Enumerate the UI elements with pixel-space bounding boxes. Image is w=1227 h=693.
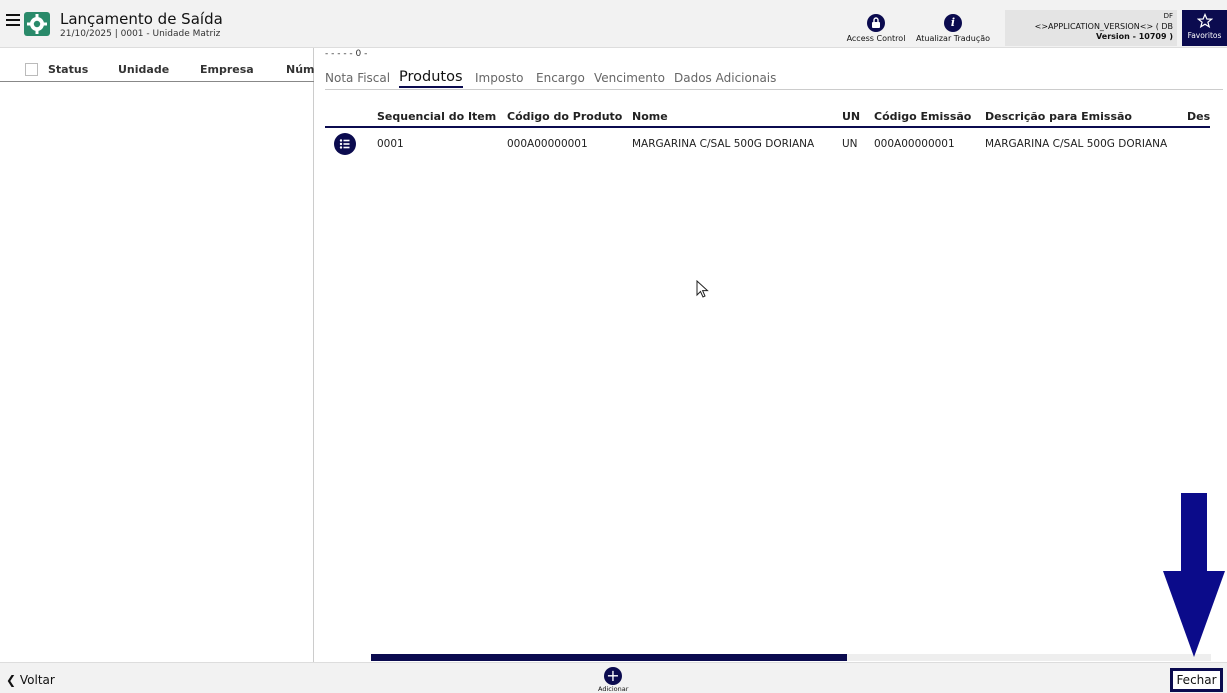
tab-produtos[interactable]: Produtos (399, 69, 463, 88)
select-all-checkbox[interactable] (25, 63, 38, 76)
app-gear-icon (24, 12, 50, 36)
page-title: Lançamento de Saída (60, 10, 223, 28)
column-descricao[interactable]: Descri (1187, 110, 1210, 123)
horizontal-scrollbar-thumb[interactable] (371, 654, 847, 661)
tab-dados-adicionais[interactable]: Dados Adicionais (674, 71, 776, 85)
update-translation-label: Atualizar Tradução (915, 34, 991, 43)
column-numero[interactable]: Núm (286, 63, 314, 76)
add-button[interactable]: + Adicionar (598, 667, 628, 693)
record-list-panel: Status Unidade Empresa Núm (0, 48, 314, 662)
cell-un: UN (842, 138, 858, 150)
version-info: DF <>APPLICATION_VERSION<> ( DB Version … (1005, 10, 1177, 46)
favorites-label: Favoritos (1187, 31, 1222, 40)
access-control-label: Access Control (846, 34, 906, 43)
star-icon (1196, 12, 1213, 29)
column-descricao-emissao[interactable]: Descrição para Emissão (985, 110, 1132, 123)
tab-encargo[interactable]: Encargo (536, 71, 585, 85)
down-arrow-icon (1163, 493, 1225, 657)
version-line-2: <>APPLICATION_VERSION<> ( DB (1034, 22, 1173, 31)
version-line-3: Version - 10709 ) (1096, 32, 1173, 41)
plus-icon: + (604, 667, 622, 685)
add-label: Adicionar (598, 685, 629, 693)
access-control-button[interactable]: Access Control (846, 14, 906, 43)
top-bar: Lançamento de Saída 21/10/2025 | 0001 - … (0, 0, 1227, 48)
column-un[interactable]: UN (842, 110, 860, 123)
products-grid: Sequencial do Item Código do Produto Nom… (325, 104, 1210, 156)
back-button[interactable]: ❮ Voltar (6, 673, 55, 687)
menu-icon[interactable] (6, 14, 20, 28)
lock-icon (867, 14, 885, 32)
column-sequencial[interactable]: Sequencial do Item (377, 110, 496, 123)
cell-sequencial: 0001 (377, 138, 404, 150)
info-icon: i (944, 14, 962, 32)
bottom-bar: ❮ Voltar + Adicionar Fechar (0, 662, 1227, 693)
tab-nota-fiscal[interactable]: Nota Fiscal (325, 71, 390, 85)
column-codigo-produto[interactable]: Código do Produto (507, 110, 622, 123)
update-translation-button[interactable]: i Atualizar Tradução (912, 14, 994, 43)
products-grid-header: Sequencial do Item Código do Produto Nom… (325, 104, 1210, 128)
favorites-button[interactable]: Favoritos (1182, 10, 1227, 46)
mouse-cursor-icon (696, 280, 709, 298)
column-codigo-emissao[interactable]: Código Emissão (874, 110, 971, 123)
back-label: Voltar (19, 673, 55, 687)
list-icon[interactable] (334, 133, 356, 155)
table-row[interactable]: 0001 000A00000001 MARGARINA C/SAL 500G D… (325, 130, 1210, 156)
version-line-1: DF (1163, 12, 1173, 20)
cell-descricao-emissao: MARGARINA C/SAL 500G DORIANA (985, 138, 1168, 150)
column-unidade[interactable]: Unidade (118, 63, 169, 76)
chevron-left-icon: ❮ (6, 673, 17, 687)
tab-bar: Nota Fiscal Produtos Imposto Encargo Ven… (325, 68, 1223, 90)
column-nome[interactable]: Nome (632, 110, 668, 123)
column-status[interactable]: Status (48, 63, 88, 76)
cell-codigo-produto: 000A00000001 (507, 138, 588, 150)
close-button[interactable]: Fechar (1170, 668, 1223, 692)
record-list-header: Status Unidade Empresa Núm (0, 58, 314, 82)
cell-nome: MARGARINA C/SAL 500G DORIANA (632, 138, 815, 150)
record-navigation: - - - - - 0 - (325, 49, 368, 59)
page-subtitle: 21/10/2025 | 0001 - Unidade Matriz (60, 29, 221, 39)
tab-imposto[interactable]: Imposto (475, 71, 524, 85)
cell-codigo-emissao: 000A00000001 (874, 138, 955, 150)
column-empresa[interactable]: Empresa (200, 63, 254, 76)
tab-vencimento[interactable]: Vencimento (594, 71, 665, 85)
